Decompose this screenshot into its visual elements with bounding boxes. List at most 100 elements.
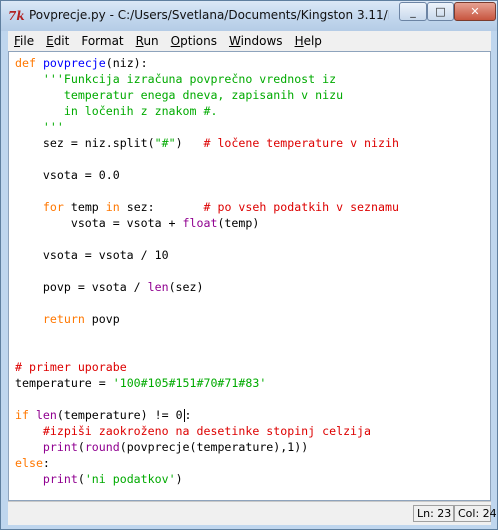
minimize-button[interactable]: _	[399, 2, 427, 21]
code-line[interactable]	[15, 391, 399, 407]
menu-file[interactable]: File	[8, 34, 40, 48]
code-token: len	[147, 280, 169, 294]
code-token: len	[35, 408, 57, 422]
code-line[interactable]: #izpiši zaokroženo na desetinke stopinj …	[15, 423, 399, 439]
title-bar[interactable]: 7k Povprecje.py - C:/Users/Svetlana/Docu…	[1, 1, 497, 31]
code-token: 'ni podatkov'	[84, 472, 176, 486]
code-line[interactable]: temperature = '100#105#151#70#71#83'	[15, 375, 399, 391]
code-line[interactable]: temperatur enega dneva, zapisanih v nizu	[15, 87, 399, 103]
code-editor[interactable]: def povprecje(niz): '''Funkcija izračuna…	[8, 51, 491, 501]
maximize-button[interactable]: □	[427, 2, 454, 21]
menu-windows[interactable]: Windows	[223, 34, 289, 48]
code-token: '''Funkcija izračuna povprečno vrednost …	[42, 72, 337, 86]
code-token: def	[15, 56, 36, 70]
code-line[interactable]	[15, 231, 399, 247]
code-token: (povprecje(temperature),1))	[119, 440, 309, 454]
code-token: in	[105, 200, 120, 214]
code-line[interactable]: vsota = 0.0	[15, 167, 399, 183]
code-token: vsota = 0.0	[15, 168, 120, 182]
menu-run[interactable]: Run	[130, 34, 165, 48]
code-line[interactable]: # primer uporabe	[15, 359, 399, 375]
code-token: (niz):	[105, 56, 148, 70]
code-token: temperatur enega dneva, zapisanih v nizu	[15, 88, 344, 102]
code-line[interactable]: if len(temperature) != 0:	[15, 407, 399, 423]
code-token: #izpiši zaokroženo na desetinke stopinj …	[42, 424, 371, 438]
code-token: (	[77, 472, 85, 486]
code-token: temp	[63, 200, 106, 214]
code-token: (	[77, 440, 85, 454]
code-token: sez = niz.split(	[15, 136, 155, 150]
code-line[interactable]: povp = vsota / len(sez)	[15, 279, 399, 295]
code-line[interactable]: vsota = vsota / 10	[15, 247, 399, 263]
menu-options[interactable]: Options	[165, 34, 223, 48]
code-token: :	[184, 408, 192, 422]
code-line[interactable]: in ločenih z znakom #.	[15, 103, 399, 119]
code-token: in ločenih z znakom #.	[15, 104, 218, 118]
code-line[interactable]: sez = niz.split("#") # ločene temperatur…	[15, 135, 399, 151]
menu-bar: File Edit Format Run Options Windows Hel…	[8, 31, 491, 51]
python-idle-icon: 7k	[8, 9, 25, 23]
close-button[interactable]: ✕	[454, 2, 496, 21]
maximize-icon: □	[435, 5, 446, 18]
code-line[interactable]	[15, 263, 399, 279]
minimize-icon: _	[410, 5, 416, 18]
code-token: round	[84, 440, 120, 454]
code-line[interactable]	[15, 183, 399, 199]
code-line[interactable]	[15, 295, 399, 311]
code-token: povp = vsota /	[15, 280, 148, 294]
code-token: for	[42, 200, 64, 214]
code-token: # po vseh podatkih v seznamu	[203, 200, 399, 214]
line-number-indicator: Ln: 23	[413, 505, 454, 522]
code-token: (temperature) != 0	[56, 408, 183, 422]
code-token: temperature =	[15, 376, 113, 390]
code-token: # ločene temperature v nizih	[203, 136, 399, 150]
menu-edit[interactable]: Edit	[40, 34, 75, 48]
code-token: float	[182, 216, 218, 230]
close-icon: ✕	[470, 5, 480, 18]
code-token: sez:	[119, 200, 204, 214]
code-token: print	[42, 472, 78, 486]
code-token: print	[42, 440, 78, 454]
code-token: return	[42, 312, 85, 326]
code-line[interactable]	[15, 327, 399, 343]
code-line[interactable]: def povprecje(niz):	[15, 55, 399, 71]
code-token: (temp)	[217, 216, 260, 230]
code-line[interactable]: print('ni podatkov')	[15, 471, 399, 487]
code-text[interactable]: def povprecje(niz): '''Funkcija izračuna…	[15, 55, 399, 487]
menu-help[interactable]: Help	[289, 34, 328, 48]
code-token: '''	[42, 120, 64, 134]
code-line[interactable]: for temp in sez: # po vseh podatkih v se…	[15, 199, 399, 215]
idle-editor-window: 7k Povprecje.py - C:/Users/Svetlana/Docu…	[0, 0, 498, 530]
code-line[interactable]: '''	[15, 119, 399, 135]
code-token: vsota = vsota / 10	[15, 248, 169, 262]
code-token: vsota = vsota +	[15, 216, 183, 230]
code-line[interactable]	[15, 343, 399, 359]
code-token: )	[175, 472, 183, 486]
column-number-indicator: Col: 24	[454, 505, 497, 522]
code-line[interactable]: '''Funkcija izračuna povprečno vrednost …	[15, 71, 399, 87]
code-token: if	[15, 408, 29, 422]
status-bar: Ln: 23 Col: 24	[8, 501, 497, 525]
code-line[interactable]: print(round(povprecje(temperature),1))	[15, 439, 399, 455]
code-line[interactable]: else:	[15, 455, 399, 471]
code-token: # primer uporabe	[15, 360, 127, 374]
menu-format[interactable]: Format	[75, 34, 129, 48]
code-token: )	[175, 136, 204, 150]
code-line[interactable]: vsota = vsota + float(temp)	[15, 215, 399, 231]
code-token: "#"	[154, 136, 176, 150]
code-token: povprecje	[42, 56, 106, 70]
code-line[interactable]	[15, 151, 399, 167]
code-token: '100#105#151#70#71#83'	[112, 376, 267, 390]
code-token: else	[15, 456, 43, 470]
code-line[interactable]: return povp	[15, 311, 399, 327]
code-token: (sez)	[168, 280, 204, 294]
